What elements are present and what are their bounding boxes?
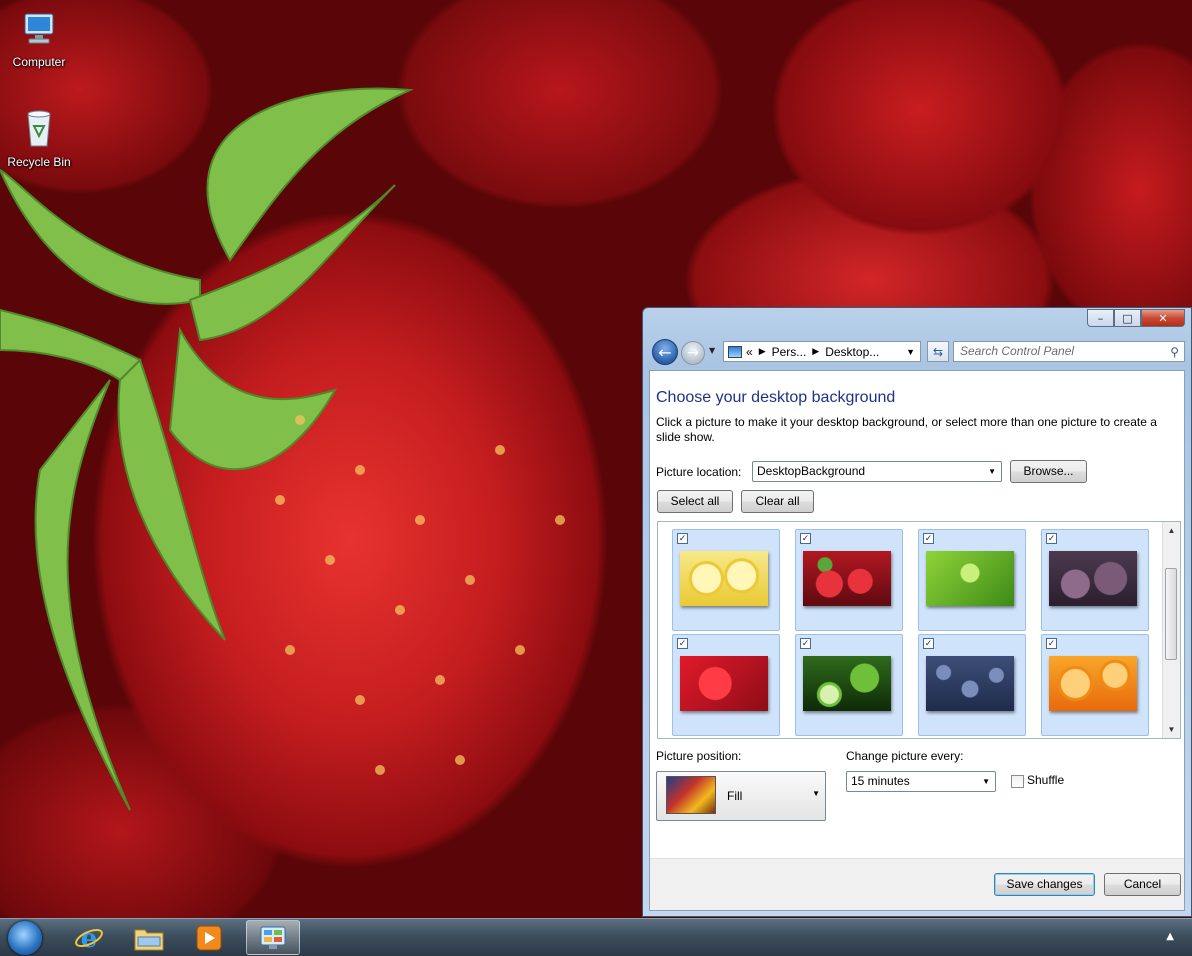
start-orb-icon[interactable] (8, 921, 42, 955)
picture-location-label: Picture location: (656, 465, 742, 479)
svg-text:e: e (81, 924, 98, 953)
picture-thumbnail-limes (803, 656, 891, 711)
picture-tile[interactable]: ✓ (795, 529, 903, 631)
search-input[interactable]: Search Control Panel ⚲ (953, 341, 1185, 362)
change-interval-select[interactable]: 15 minutes ▼ (846, 771, 996, 792)
internet-explorer-icon: e (75, 924, 103, 953)
picture-checkbox[interactable]: ✓ (923, 638, 934, 649)
picture-thumbnail-figs (1049, 551, 1137, 606)
picture-location-select[interactable]: DesktopBackground ▼ (752, 461, 1002, 482)
computer-icon (4, 10, 74, 53)
content-pane: Choose your desktop background Click a p… (649, 370, 1185, 911)
windows-explorer-icon (134, 929, 164, 950)
control-panel-icon (260, 926, 286, 949)
refresh-icon: ⇆ (932, 344, 944, 359)
back-arrow-icon: ← (658, 342, 672, 362)
picture-thumbnail-strawberries (803, 551, 891, 606)
chevron-down-icon: ▼ (988, 467, 996, 476)
control-panel-icon (728, 345, 742, 358)
picture-tile[interactable]: ✓ (1041, 634, 1149, 736)
picture-tile[interactable]: ✓ (672, 529, 780, 631)
save-changes-button[interactable]: Save changes (994, 873, 1095, 896)
minimize-button[interactable]: – (1087, 309, 1114, 327)
forward-button[interactable]: → (681, 341, 705, 365)
picture-checkbox[interactable]: ✓ (800, 638, 811, 649)
close-button[interactable]: ✕ (1141, 309, 1185, 327)
page-title: Choose your desktop background (656, 389, 896, 406)
address-dropdown-icon[interactable]: ▼ (906, 347, 915, 357)
change-interval-value: 15 minutes (851, 774, 910, 788)
picture-checkbox[interactable]: ✓ (1046, 533, 1057, 544)
shuffle-checkbox[interactable] (1011, 775, 1024, 788)
desktop-icon-label: Recycle Bin (7, 155, 71, 169)
picture-tile[interactable]: ✓ (918, 634, 1026, 736)
picture-thumbnail-blueberries (926, 656, 1014, 711)
picture-checkbox[interactable]: ✓ (677, 638, 688, 649)
taskbar-control-panel[interactable] (246, 920, 300, 955)
search-icon[interactable]: ⚲ (1170, 343, 1179, 362)
scrollbar-thumb[interactable] (1165, 568, 1177, 660)
recent-pages-dropdown-icon[interactable]: ▼ (709, 346, 715, 355)
maximize-button[interactable]: □ (1114, 309, 1141, 327)
search-placeholder: Search Control Panel (960, 344, 1075, 358)
cancel-button[interactable]: Cancel (1104, 873, 1181, 896)
picture-location-value: DesktopBackground (757, 464, 866, 478)
picture-checkbox[interactable]: ✓ (800, 533, 811, 544)
desktop-icon-label: Computer (12, 55, 66, 69)
breadcrumb-personalization[interactable]: Pers... (772, 345, 807, 359)
picture-gallery: ✓ ✓ ✓ ✓ ✓ ✓ ✓ ✓ ▲ ▼ (657, 521, 1181, 739)
taskbar-media-player[interactable] (182, 920, 236, 955)
fill-preview-icon (666, 776, 716, 814)
browse-button[interactable]: Browse... (1010, 460, 1087, 483)
select-all-button[interactable]: Select all (657, 490, 733, 513)
picture-thumbnail-star-fruit (926, 551, 1014, 606)
breadcrumb-separator-icon: ▶ (758, 346, 766, 356)
taskbar: e ▲ (0, 918, 1192, 956)
clear-all-button[interactable]: Clear all (741, 490, 814, 513)
picture-checkbox[interactable]: ✓ (677, 533, 688, 544)
taskbar-internet-explorer[interactable]: e (62, 920, 116, 955)
back-button[interactable]: ← (652, 339, 678, 365)
breadcrumb-desktop-background[interactable]: Desktop... (825, 345, 879, 359)
address-bar[interactable]: « ▶ Pers... ▶ Desktop... ▼ (723, 341, 921, 362)
picture-checkbox[interactable]: ✓ (1046, 638, 1057, 649)
change-picture-label: Change picture every: (846, 749, 964, 763)
picture-tile[interactable]: ✓ (1041, 529, 1149, 631)
desktop-background-window: – □ ✕ ← → ▼ « ▶ Pers... ▶ Desktop... ▼ ⇆… (642, 307, 1192, 917)
picture-checkbox[interactable]: ✓ (923, 533, 934, 544)
caption-buttons: – □ ✕ (1087, 309, 1185, 327)
picture-thumbnail-raspberries (680, 656, 768, 711)
page-description: Click a picture to make it your desktop … (656, 415, 1157, 444)
picture-position-select[interactable]: Fill ▼ (656, 771, 826, 821)
desktop-icon-computer[interactable]: Computer (4, 10, 74, 69)
picture-tile[interactable]: ✓ (795, 634, 903, 736)
chevron-down-icon: ▼ (812, 789, 820, 798)
refresh-button[interactable]: ⇆ (927, 341, 949, 362)
forward-arrow-icon: → (687, 345, 699, 361)
scroll-up-icon[interactable]: ▲ (1163, 522, 1180, 539)
dialog-footer: Save changes Cancel (650, 858, 1184, 910)
picture-position-value: Fill (727, 789, 743, 803)
picture-tile[interactable]: ✓ (918, 529, 1026, 631)
picture-thumbnail-lemons (680, 551, 768, 606)
desktop-icon-recycle-bin[interactable]: Recycle Bin (4, 108, 74, 169)
picture-thumbnail-oranges (1049, 656, 1137, 711)
picture-position-label: Picture position: (656, 749, 742, 763)
navigation-bar: ← → ▼ « ▶ Pers... ▶ Desktop... ▼ ⇆ Searc… (649, 338, 1185, 366)
show-hidden-icons-icon[interactable]: ▲ (1166, 931, 1174, 942)
recycle-bin-icon (4, 108, 74, 153)
gallery-scrollbar[interactable]: ▲ ▼ (1162, 522, 1180, 738)
picture-tile[interactable]: ✓ (672, 634, 780, 736)
media-player-icon (196, 925, 222, 950)
shuffle-label[interactable]: Shuffle (1027, 773, 1064, 787)
scroll-down-icon[interactable]: ▼ (1163, 721, 1180, 738)
chevron-down-icon: ▼ (982, 777, 990, 786)
breadcrumb-overflow[interactable]: « (746, 345, 753, 359)
breadcrumb-separator-icon: ▶ (812, 346, 820, 356)
taskbar-windows-explorer[interactable] (122, 920, 176, 955)
